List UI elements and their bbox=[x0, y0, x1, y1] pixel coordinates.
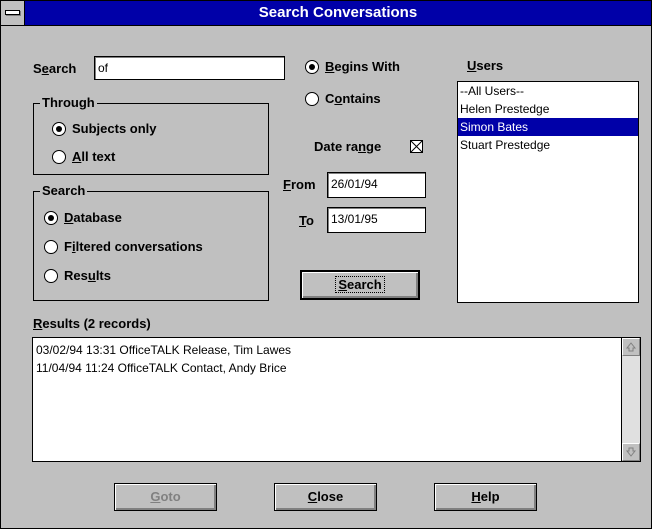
users-label: Users bbox=[467, 58, 504, 73]
close-button[interactable]: Close bbox=[274, 483, 377, 511]
to-label: To bbox=[299, 213, 314, 228]
through-group: Through Subjects only All text bbox=[33, 95, 269, 175]
results-radio[interactable]: Results bbox=[44, 268, 111, 283]
radio-empty-icon bbox=[52, 149, 66, 164]
list-item[interactable]: --All Users-- bbox=[458, 82, 638, 100]
database-radio[interactable]: Database bbox=[44, 210, 122, 225]
date-range-checkbox[interactable] bbox=[410, 140, 423, 153]
search-scope-group: Search Database Filtered conversations R… bbox=[33, 183, 269, 301]
list-item[interactable]: Helen Prestedge bbox=[458, 100, 638, 118]
radio-selected-icon bbox=[44, 210, 58, 225]
search-input[interactable]: of bbox=[94, 56, 285, 80]
system-menu-icon[interactable] bbox=[1, 1, 25, 25]
scroll-down-arrow-icon[interactable] bbox=[622, 443, 640, 461]
goto-button[interactable]: Goto bbox=[114, 483, 217, 511]
list-item[interactable]: Stuart Prestedge bbox=[458, 136, 638, 154]
begins-with-radio[interactable]: Begins With bbox=[305, 59, 400, 74]
list-item-selected[interactable]: Simon Bates bbox=[458, 118, 638, 136]
help-button[interactable]: Help bbox=[434, 483, 537, 511]
radio-selected-icon bbox=[52, 121, 66, 136]
radio-empty-icon bbox=[305, 91, 319, 106]
to-date-input[interactable]: 13/01/95 bbox=[327, 207, 426, 233]
search-scope-legend: Search bbox=[40, 183, 88, 199]
scroll-up-arrow-icon[interactable] bbox=[622, 338, 640, 356]
radio-empty-icon bbox=[44, 239, 58, 254]
filtered-conversations-radio[interactable]: Filtered conversations bbox=[44, 239, 203, 254]
title-bar: Search Conversations bbox=[1, 1, 651, 26]
check-x-icon bbox=[411, 141, 422, 152]
search-label: Search bbox=[33, 61, 77, 76]
users-listbox[interactable]: --All Users-- Helen Prestedge Simon Bate… bbox=[457, 81, 639, 303]
search-conversations-dialog: Search Conversations Search of Begins Wi… bbox=[0, 0, 652, 529]
date-range-label: Date range bbox=[314, 139, 382, 154]
all-text-radio[interactable]: All text bbox=[52, 149, 115, 164]
from-label: From bbox=[283, 177, 316, 192]
window-title: Search Conversations bbox=[258, 4, 418, 21]
result-item[interactable]: 11/04/94 11:24 OfficeTALK Contact, Andy … bbox=[33, 359, 640, 377]
results-listbox[interactable]: 03/02/94 13:31 OfficeTALK Release, Tim L… bbox=[32, 337, 641, 462]
radio-empty-icon bbox=[44, 268, 58, 283]
results-label: Results (2 records) bbox=[33, 316, 151, 331]
through-legend: Through bbox=[40, 95, 97, 111]
results-scrollbar[interactable] bbox=[621, 338, 640, 461]
subjects-only-radio[interactable]: Subjects only bbox=[52, 121, 157, 136]
contains-radio[interactable]: Contains bbox=[305, 91, 381, 106]
from-date-input[interactable]: 26/01/94 bbox=[327, 172, 426, 198]
radio-selected-icon bbox=[305, 59, 319, 74]
search-button[interactable]: Search bbox=[300, 270, 420, 300]
result-item[interactable]: 03/02/94 13:31 OfficeTALK Release, Tim L… bbox=[33, 341, 640, 359]
